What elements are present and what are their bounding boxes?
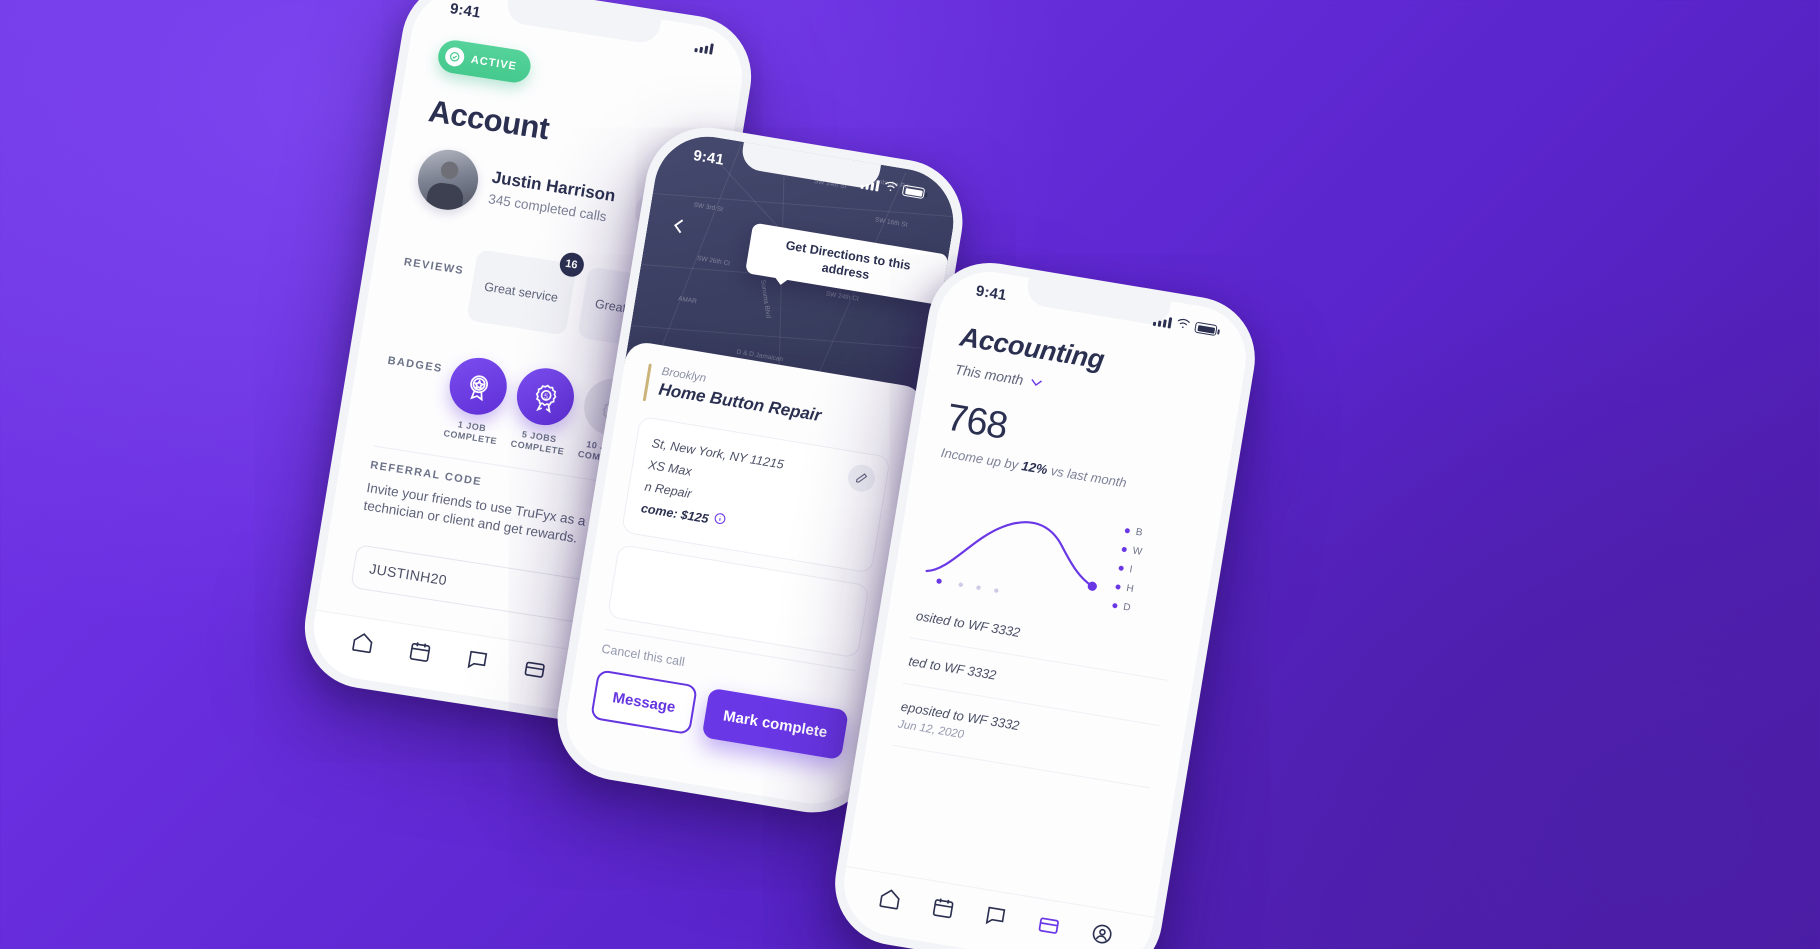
check-circle-icon xyxy=(443,46,466,68)
legend-dot xyxy=(1112,602,1118,609)
review-text: Great service xyxy=(483,279,560,305)
info-icon[interactable] xyxy=(711,510,727,534)
badge-1-job[interactable]: 1 JOB COMPLETE xyxy=(441,353,512,448)
avatar xyxy=(413,145,483,214)
tab-bar xyxy=(836,865,1155,949)
profile-text: Justin Harrison 345 completed calls xyxy=(487,167,617,225)
pencil-icon xyxy=(855,473,868,483)
status-indicators xyxy=(694,38,715,58)
calendar-icon[interactable] xyxy=(929,894,956,925)
job-details-card: St, New York, NY 11215 XS Max n Repair c… xyxy=(621,415,891,574)
wifi-icon xyxy=(883,179,900,198)
battery-icon xyxy=(1194,321,1218,337)
period-label: This month xyxy=(953,361,1025,389)
signal-icon xyxy=(1152,315,1173,329)
chevron-down-icon xyxy=(1029,373,1044,391)
legend-label: H xyxy=(1125,582,1135,595)
badges-label: BADGES xyxy=(386,354,444,376)
legend-label: B xyxy=(1134,526,1144,539)
map-label: SW 26th Ct xyxy=(696,254,731,268)
badge-5-jobs[interactable]: 5 5 JOBS COMPLETE xyxy=(508,364,579,458)
chart-legend: B W I H D xyxy=(1110,507,1194,629)
wallet-icon[interactable] xyxy=(520,656,547,687)
legend-dot xyxy=(1121,546,1128,553)
map-label: Sonoma Blvd xyxy=(758,278,772,319)
reviews-label: REVIEWS xyxy=(403,256,465,278)
back-button[interactable] xyxy=(668,215,691,242)
badge-caption: 1 JOB COMPLETE xyxy=(442,419,498,447)
legend-dot xyxy=(1115,584,1121,590)
status-badge: ACTIVE xyxy=(435,38,534,85)
medal-star-icon xyxy=(445,353,512,419)
wifi-icon xyxy=(1175,316,1192,335)
chat-icon[interactable] xyxy=(982,903,1009,934)
legend-label: I xyxy=(1128,564,1134,576)
legend-item: D xyxy=(1112,600,1179,622)
chart-plot-area xyxy=(919,475,1117,613)
signal-icon xyxy=(860,178,880,192)
accent-bar xyxy=(642,363,652,402)
signal-icon xyxy=(694,41,714,55)
status-badge-label: ACTIVE xyxy=(470,53,518,73)
profile-icon[interactable] xyxy=(1088,920,1115,949)
legend-label: D xyxy=(1122,601,1132,614)
wallet-icon[interactable] xyxy=(1035,912,1062,943)
home-icon[interactable] xyxy=(876,885,903,916)
legend-dot xyxy=(1124,527,1131,534)
review-count: 16 xyxy=(557,250,586,279)
calendar-icon[interactable] xyxy=(406,638,433,669)
legend-item: I xyxy=(1118,562,1185,584)
legend-item: W xyxy=(1121,544,1188,566)
map-label: SW 16th St xyxy=(874,216,908,230)
badge-caption: 5 JOBS COMPLETE xyxy=(509,429,565,457)
legend-item: H xyxy=(1115,581,1182,603)
chat-icon[interactable] xyxy=(463,647,490,678)
legend-dot xyxy=(1118,565,1125,572)
battery-icon xyxy=(901,184,926,200)
map-label: SW 3rd St xyxy=(693,201,724,214)
chevron-left-icon xyxy=(674,219,684,234)
legend-item: B xyxy=(1124,525,1191,547)
income-comparison-percent: 12% xyxy=(1020,458,1049,478)
line-chart-svg xyxy=(925,521,1097,593)
review-card[interactable]: 16 Great service xyxy=(465,249,586,336)
ribbon-5-icon: 5 xyxy=(513,364,579,430)
home-icon[interactable] xyxy=(348,629,375,660)
legend-label: W xyxy=(1131,545,1143,558)
map-label: AMAR xyxy=(677,295,698,306)
